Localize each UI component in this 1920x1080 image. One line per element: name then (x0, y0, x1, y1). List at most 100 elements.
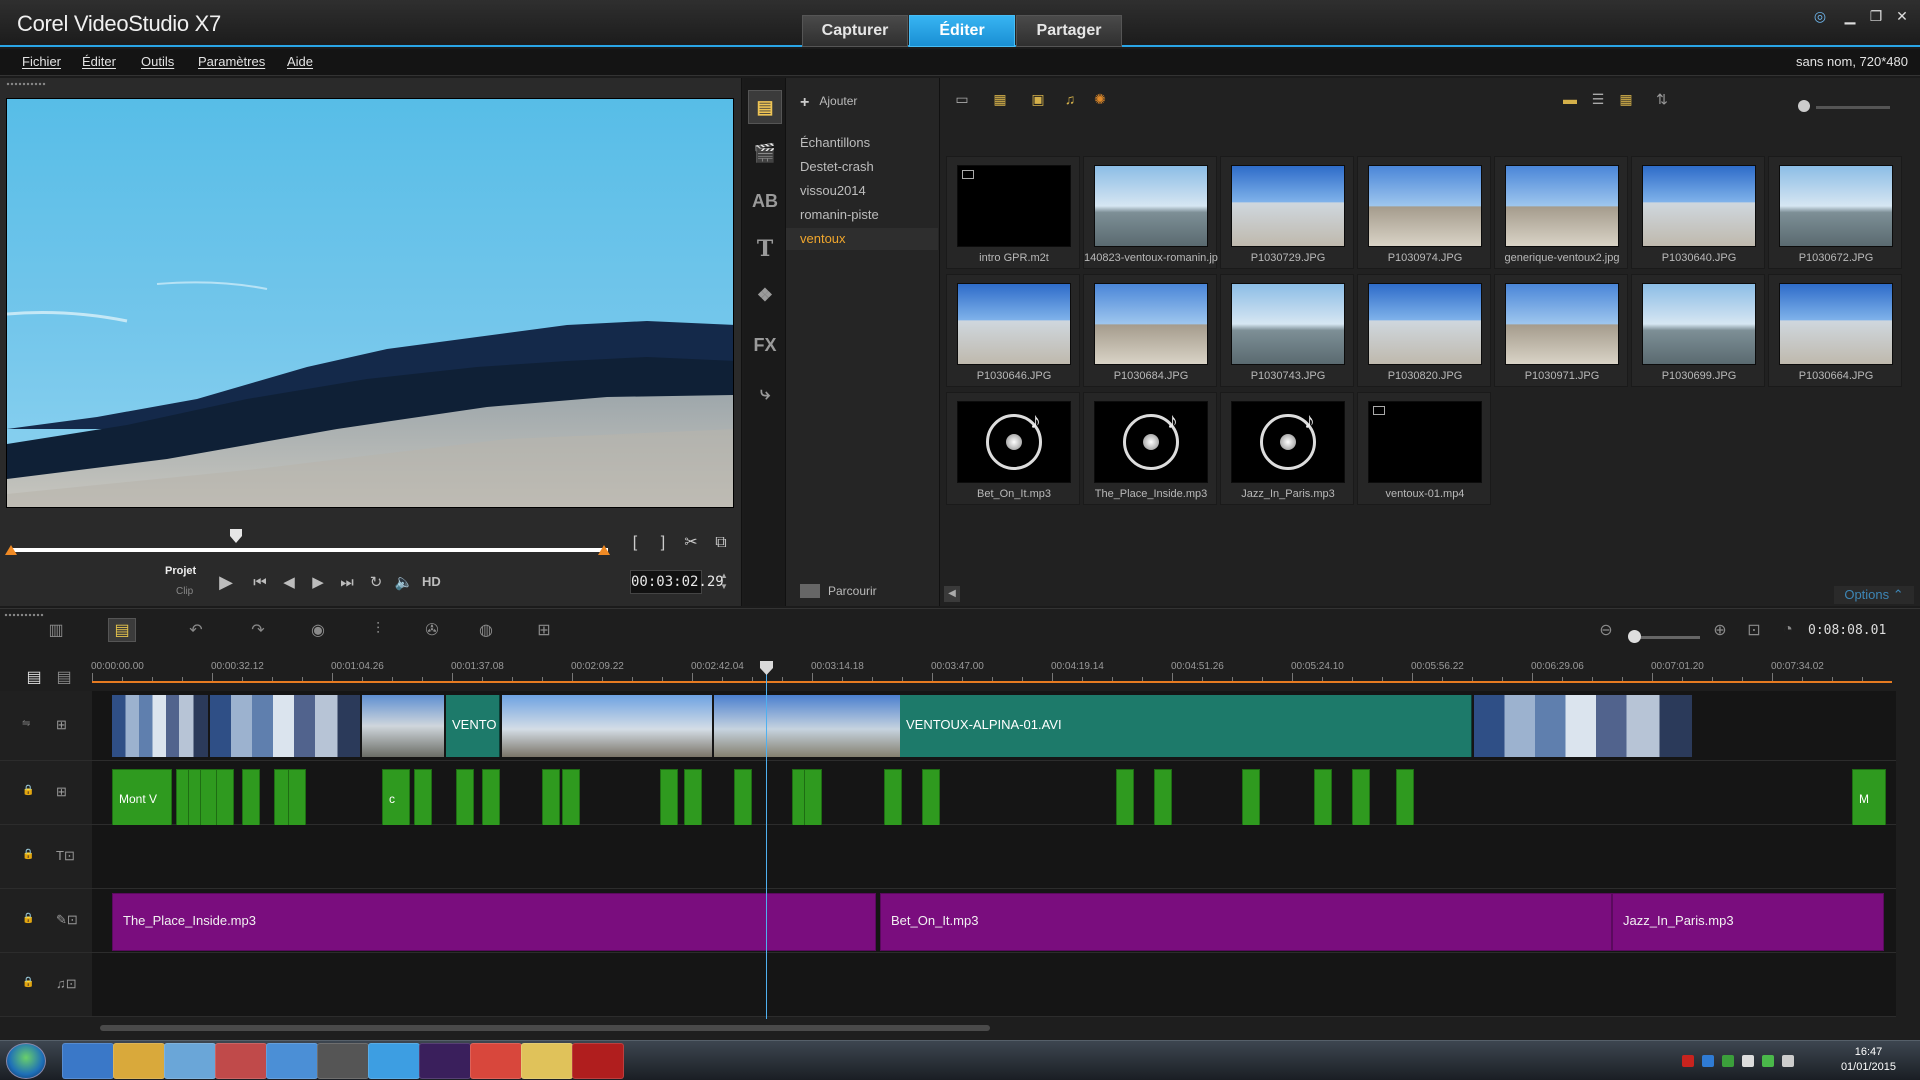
title-track[interactable] (92, 825, 1896, 889)
tray-action-center-icon[interactable] (1742, 1055, 1754, 1067)
overlay-clip[interactable] (456, 769, 474, 829)
folder-romanin-piste[interactable]: romanin-piste (786, 204, 938, 226)
fit-project-icon[interactable]: ⊡ (1740, 618, 1768, 642)
undo-icon[interactable]: ↶ (182, 618, 210, 642)
restore-button[interactable]: ❐ (1866, 8, 1886, 24)
overlay-clip[interactable] (660, 769, 678, 829)
mark-in-button[interactable]: [ (624, 532, 646, 554)
overlay-clip[interactable] (482, 769, 500, 829)
add-folder-button[interactable]: + Ajouter (800, 94, 857, 112)
taskbar-app-paint[interactable] (164, 1043, 216, 1079)
music-track-icon[interactable]: ♫⊡ (56, 976, 77, 992)
media-item[interactable]: P1030820.JPG (1357, 274, 1491, 387)
scrub-bar[interactable] (10, 548, 608, 552)
overlay-clip[interactable] (562, 769, 580, 829)
chapter-point-icon[interactable]: ▤ (50, 665, 78, 689)
repeat-icon[interactable]: ↻ (364, 570, 388, 594)
media-item[interactable]: ♪ Jazz_In_Paris.mp3 (1220, 392, 1354, 505)
globe-icon[interactable]: ◎ (1810, 8, 1830, 24)
tray-bluetooth-icon[interactable] (1702, 1055, 1714, 1067)
subtitle-editor-icon[interactable]: ⊞ (530, 618, 558, 642)
menu-parametres[interactable]: Paramètres (198, 54, 265, 69)
clip-mode-toggle[interactable]: Clip (176, 586, 193, 597)
video-clip[interactable] (502, 695, 712, 757)
zoom-out-icon[interactable]: ⊖ (1592, 618, 1620, 642)
video-clip[interactable] (112, 695, 208, 757)
media-item[interactable]: P1030672.JPG (1768, 156, 1902, 269)
media-item[interactable]: P1030699.JPG (1631, 274, 1765, 387)
overlay-clip[interactable] (1352, 769, 1370, 829)
folder-vissou2014[interactable]: vissou2014 (786, 180, 938, 202)
media-item[interactable]: P1030974.JPG (1357, 156, 1491, 269)
media-item[interactable]: P1030640.JPG (1631, 156, 1765, 269)
media-item[interactable]: ♪ Bet_On_It.mp3 (946, 392, 1080, 505)
options-button[interactable]: Options ⌃ (1834, 586, 1914, 604)
overlay-clip[interactable] (414, 769, 432, 829)
overlay-clip[interactable] (1242, 769, 1260, 829)
tray-network-icon[interactable] (1762, 1055, 1774, 1067)
media-item[interactable]: 140823-ventoux-romanin.jpg (1083, 156, 1218, 269)
taskbar-app-chrome[interactable] (470, 1043, 522, 1079)
show-videos-icon[interactable]: ▦ (990, 90, 1010, 108)
previous-frame-button[interactable]: ◀ (277, 570, 301, 594)
show-photos-icon[interactable]: ▣ (1028, 90, 1048, 108)
record-capture-icon[interactable]: ◉ (304, 618, 332, 642)
audio-clip-bet-on-it[interactable]: Bet_On_It.mp3 (880, 893, 1612, 951)
panel-grip[interactable] (6, 82, 46, 86)
menu-outils[interactable]: Outils (141, 54, 174, 69)
trim-out-marker[interactable] (598, 545, 610, 555)
system-clock[interactable]: 16:47 01/01/2015 (1841, 1045, 1896, 1075)
folder-destet-crash[interactable]: Destet-crash (786, 156, 938, 178)
media-item[interactable]: P1030743.JPG (1220, 274, 1354, 387)
video-track[interactable]: VENTO VENTOUX-ALPINA-01.AVI (92, 691, 1896, 761)
timeline-scrollbar[interactable] (100, 1025, 990, 1031)
overlay-clip[interactable] (1116, 769, 1134, 829)
track-menu-icon[interactable]: ⇋ (22, 718, 30, 729)
storyboard-view-icon[interactable]: ▥ (42, 618, 70, 642)
online-media-icon[interactable]: ✺ (1090, 90, 1110, 108)
track-manager-icon[interactable]: ▤ (20, 665, 48, 689)
trim-in-marker[interactable] (5, 545, 17, 555)
play-button[interactable]: ▶ (214, 570, 238, 594)
taskbar-app-folder[interactable] (521, 1043, 573, 1079)
media-item[interactable]: ♪ The_Place_Inside.mp3 (1083, 392, 1217, 505)
timeline-ruler[interactable]: 00:00:00.00 00:00:32.12 00:01:04.26 00:01:3… (91, 659, 1892, 683)
lock-icon[interactable]: 🔒 (22, 977, 34, 988)
import-folder-icon[interactable]: ▭ (952, 90, 972, 108)
video-track-icon[interactable]: ⊞ (56, 717, 67, 733)
scrubber-handle[interactable] (230, 529, 242, 543)
split-clip-icon[interactable]: ✂ (680, 532, 702, 554)
mark-out-button[interactable]: ] (652, 532, 674, 554)
media-item[interactable]: intro GPR.m2t (946, 156, 1080, 269)
video-clip[interactable] (714, 695, 900, 757)
video-clip[interactable] (210, 695, 360, 757)
overlay-clip[interactable] (684, 769, 702, 829)
volume-icon[interactable]: 🔈 (392, 570, 416, 594)
tab-capturer[interactable]: Capturer (802, 15, 908, 47)
music-track[interactable] (92, 953, 1896, 1017)
timeline-playhead[interactable] (766, 661, 767, 1019)
list-view-icon[interactable]: ☰ (1588, 90, 1608, 108)
folder-echantillons[interactable]: Échantillons (786, 132, 938, 154)
tab-partager[interactable]: Partager (1016, 15, 1122, 47)
next-frame-button[interactable]: ▶ (306, 570, 330, 594)
redo-icon[interactable]: ↷ (244, 618, 272, 642)
overlay-clip[interactable] (1314, 769, 1332, 829)
start-button[interactable] (6, 1043, 46, 1079)
collapse-library-icon[interactable]: ◀ (944, 586, 960, 602)
instant-project-icon[interactable]: 🎬 (748, 136, 782, 170)
timeline-zoom-slider[interactable] (1640, 636, 1700, 639)
overlay-clip[interactable] (1154, 769, 1172, 829)
media-item[interactable]: generique-ventoux2.jpg (1494, 156, 1628, 269)
taskbar-app-ie[interactable] (368, 1043, 420, 1079)
tray-antivirus-icon[interactable] (1682, 1055, 1694, 1067)
title-track-icon[interactable]: T⊡ (56, 848, 75, 864)
home-button[interactable]: ⏮ (248, 570, 272, 594)
overlay-track-icon[interactable]: ⊞ (56, 784, 67, 800)
folder-ventoux[interactable]: ventoux (786, 228, 938, 250)
minimize-button[interactable]: ▁ (1840, 8, 1860, 24)
media-item[interactable]: P1030971.JPG (1494, 274, 1628, 387)
timecode-display[interactable]: 00:03:02.29 (630, 570, 724, 594)
close-button[interactable]: ✕ (1892, 8, 1912, 24)
taskbar-app-paint3d[interactable] (215, 1043, 267, 1079)
